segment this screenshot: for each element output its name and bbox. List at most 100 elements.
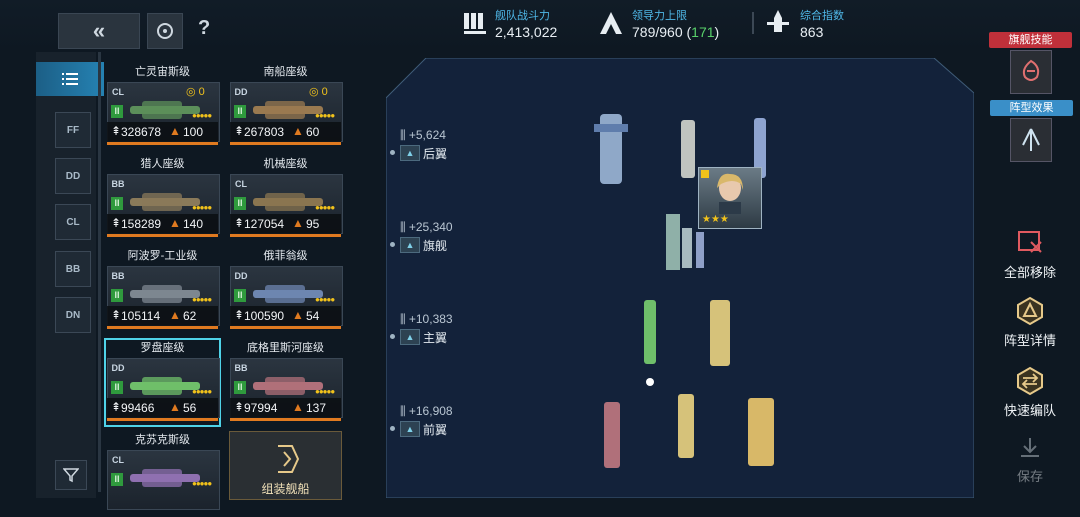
ship-cost: 95 (306, 217, 320, 231)
ship-card-name: 克苏克斯级 (135, 434, 190, 446)
power-icon: ⇞ (234, 124, 245, 138)
cost-icon: ▲ (292, 216, 304, 230)
ship-power: 99466 (121, 401, 155, 415)
filter-icon (63, 468, 79, 483)
ship-cost: 56 (183, 401, 197, 415)
formation-effect-label: 阵型效果 (990, 100, 1073, 116)
ship-card-name: 亡灵宙斯级 (135, 66, 190, 78)
ship-main-1 (644, 300, 656, 364)
ship-power: 97994 (244, 401, 278, 415)
ship-cost: 137 (306, 401, 327, 415)
rail-ff-button[interactable]: FF (55, 112, 91, 148)
ship-class-badge: CL (112, 455, 124, 465)
ship-card-name: 机械座级 (263, 158, 308, 170)
ship-card-footer: ⇞ 328678 ▲ 100 (107, 122, 218, 145)
fleet-power-icon (464, 13, 486, 34)
filter-button[interactable] (55, 460, 87, 490)
ship-card[interactable]: 阿波罗-工业级 BB II ●●●●● ⇞ 105114 ▲ 62 (106, 248, 220, 333)
fleet-power-value: 2,413,022 (495, 24, 558, 40)
cost-icon: ▲ (169, 308, 181, 322)
ship-card-image: CL II ●●●●● (107, 450, 220, 510)
assemble-icon (278, 445, 300, 473)
rail-dn-button[interactable]: DN (55, 297, 91, 333)
leadership-value-row: 789/960 (171) (632, 24, 720, 40)
ship-cost: 140 (183, 217, 204, 231)
ship-card[interactable]: 亡灵宙斯级 CL II ●●●●● ◎ 0 ⇞ 328678 ▲ 100 (106, 64, 220, 149)
leadership-bonus: 171 (691, 24, 715, 40)
swap-icon (1017, 366, 1043, 396)
rail-dd-button[interactable]: DD (55, 158, 91, 194)
list-scrollbar[interactable] (98, 52, 101, 492)
list-icon (62, 73, 78, 85)
cost-icon: ▲ (169, 124, 181, 138)
ship-class-badge: DD (234, 271, 248, 281)
rail-bb-button[interactable]: BB (55, 251, 91, 287)
row-rank-icon: ▲ (400, 421, 420, 437)
power-icon: ⫼ (400, 128, 406, 142)
formation-detail-icon (1017, 296, 1043, 326)
row-dot (390, 242, 395, 247)
formation-ships[interactable] (586, 110, 946, 480)
flagship-skill-label: 旗舰技能 (989, 32, 1072, 48)
rail-cl-button[interactable]: CL (55, 204, 91, 240)
ship-card-name: 南船座级 (263, 66, 308, 78)
row-power: ⫼ +16,908 (400, 404, 453, 418)
ship-card-footer: ⇞ 158289 ▲ 140 (107, 214, 218, 237)
formation-detail-button[interactable]: 阵型详情 (995, 296, 1065, 348)
cost-icon: ▲ (292, 400, 304, 414)
leadership-label: 领导力上限 (632, 10, 687, 22)
power-icon: ⇞ (234, 216, 245, 230)
ship-front-3 (748, 398, 774, 466)
save-button[interactable]: 保存 (995, 436, 1065, 486)
target-button[interactable] (147, 13, 183, 49)
ship-class-badge: DD (111, 363, 125, 373)
ship-card-name: 猎人座级 (140, 158, 185, 170)
ship-front-2 (678, 394, 694, 458)
power-icon: ⇞ (234, 400, 245, 414)
ship-tier-badge: II (111, 197, 123, 210)
ship-tier-badge: II (111, 105, 123, 118)
rail-all-button[interactable] (36, 62, 104, 96)
ship-card[interactable]: 底格里斯河座级 BB II ●●●●● ⇞ 97994 ▲ 137 (229, 340, 343, 425)
row-dot (390, 334, 395, 339)
ship-count: ◎ 0 (309, 86, 328, 98)
ship-card[interactable]: 罗盘座级 DD II ●●●●● ⇞ 99466 ▲ 56 (104, 338, 221, 427)
captain-portrait[interactable]: ★★★ (698, 167, 762, 229)
cost-icon: ▲ (169, 400, 181, 414)
center-marker (646, 378, 654, 386)
row-dot (390, 426, 395, 431)
ship-card[interactable]: 克苏克斯级 CL II ●●●●● (106, 432, 220, 517)
back-button[interactable]: « (58, 13, 140, 49)
ship-card-name: 罗盘座级 (140, 342, 185, 354)
assemble-ship-button[interactable]: 组装舰船 (229, 431, 342, 500)
leadership-value: 789/960 (632, 24, 683, 40)
flagship-skill-button[interactable] (1010, 50, 1052, 94)
ship-card[interactable]: 俄菲翁级 DD II ●●●●● ⇞ 100590 ▲ 54 (229, 248, 343, 333)
quick-team-button[interactable]: 快速编队 (995, 366, 1065, 418)
ship-tier-badge: II (111, 381, 123, 394)
power-icon: ⇞ (111, 216, 122, 230)
ship-card[interactable]: 猎人座级 BB II ●●●●● ⇞ 158289 ▲ 140 (106, 156, 220, 241)
ship-class-badge: BB (111, 271, 125, 281)
help-button[interactable]: ? (198, 17, 218, 43)
ship-cost: 100 (183, 125, 204, 139)
ship-cost: 60 (306, 125, 320, 139)
row-rank-icon: ▲ (400, 329, 420, 345)
power-icon: ⇞ (111, 308, 122, 322)
ship-level-pips: ●●●●● (192, 111, 212, 120)
ship-rear-2 (681, 120, 695, 178)
ship-card[interactable]: 南船座级 DD II ●●●●● ◎ 0 ⇞ 267803 ▲ 60 (229, 64, 343, 149)
row-rank-icon: ▲ (400, 145, 420, 161)
remove-all-button[interactable]: 全部移除 (995, 230, 1065, 280)
save-label: 保存 (1016, 469, 1043, 484)
ship-card-name: 俄菲翁级 (263, 250, 308, 262)
ship-main-2 (710, 300, 730, 366)
ship-card-footer: ⇞ 100590 ▲ 54 (230, 306, 341, 329)
assemble-label: 组装舰船 (261, 482, 310, 496)
formation-effect-button[interactable] (1010, 118, 1052, 162)
ship-level-pips: ●●●●● (192, 387, 212, 396)
ship-card[interactable]: 机械座级 CL II ●●●●● ⇞ 127054 ▲ 95 (229, 156, 343, 241)
power-icon: ⫼ (400, 312, 406, 326)
ship-level-pips: ●●●●● (315, 295, 335, 304)
ship-card-footer: ⇞ 97994 ▲ 137 (230, 398, 341, 421)
